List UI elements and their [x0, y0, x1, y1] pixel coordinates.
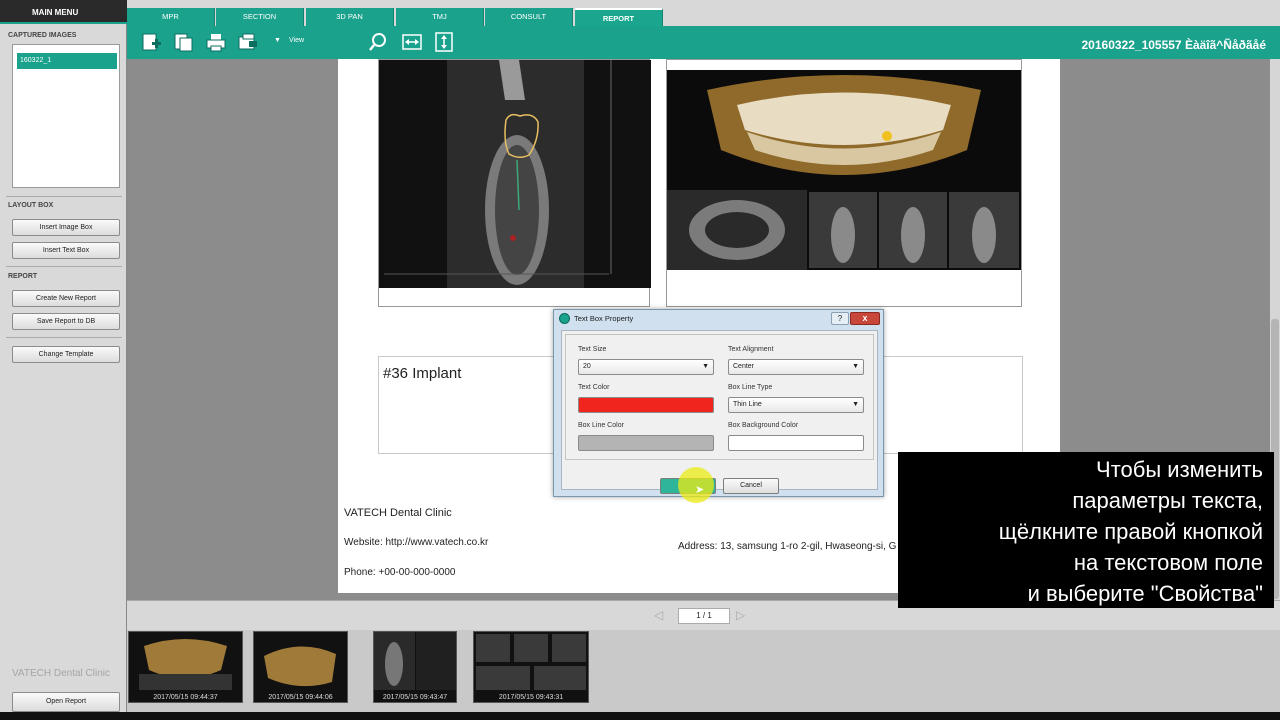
captured-images-title: CAPTURED IMAGES [8, 32, 77, 39]
thumbnail-image [476, 634, 586, 690]
chevron-down-icon: ▼ [852, 401, 859, 408]
fit-height-icon[interactable] [433, 32, 455, 52]
mouse-pointer-icon: ➤ [695, 484, 705, 496]
divider [6, 266, 122, 267]
add-page-icon[interactable] [140, 32, 162, 52]
app-icon [559, 313, 570, 324]
layout-box-title: LAYOUT BOX [8, 202, 54, 209]
box-line-type-label: Box Line Type [728, 384, 773, 391]
clinic-website: Website: http://www.vatech.co.kr [344, 537, 489, 548]
view-dropdown[interactable]: View [289, 37, 304, 44]
view-dropdown-caret-icon[interactable]: ▼ [274, 37, 281, 44]
left-sidebar: MAIN MENU CAPTURED IMAGES 160322_1 LAYOU… [0, 0, 127, 712]
properties-group: Text Size 20 ▼ Text Alignment Center ▼ T… [565, 334, 874, 460]
tutorial-subtitle: Чтобы изменить параметры текста, щёлкнит… [898, 452, 1274, 608]
thumbnail-label: 2017/05/15 09:44:37 [153, 694, 218, 701]
thumbnail-item[interactable]: 2017/05/15 09:44:37 [128, 631, 243, 703]
page-indicator[interactable]: 1 / 1 [678, 608, 730, 624]
tab-tmj[interactable]: TMJ [396, 8, 484, 26]
thumbnail-strip: 2017/05/15 09:44:37 2017/05/15 09:44:06 … [127, 630, 1280, 712]
box-line-color-picker[interactable] [578, 435, 714, 451]
tab-3d-pan[interactable]: 3D PAN [306, 8, 394, 26]
close-button[interactable]: x [850, 312, 880, 325]
text-color-label: Text Color [578, 384, 610, 391]
text-size-select[interactable]: 20 ▼ [578, 359, 714, 375]
thumbnail-item[interactable]: 2017/05/15 09:43:47 [373, 631, 457, 703]
thumbnail-label: 2017/05/15 09:44:06 [268, 694, 333, 701]
fit-width-icon[interactable] [401, 32, 423, 52]
report-title: REPORT [8, 273, 38, 280]
box-line-type-select[interactable]: Thin Line ▼ [728, 397, 864, 413]
open-report-button[interactable]: Open Report [12, 692, 120, 712]
captured-images-list: 160322_1 [12, 44, 120, 188]
thumbnail-label: 2017/05/15 09:43:31 [498, 694, 564, 701]
image-box-panoramic[interactable] [666, 59, 1022, 307]
dialog-title: Text Box Property [574, 314, 634, 323]
clinic-watermark: VATECH Dental Clinic [12, 668, 110, 679]
ct-3d-panoramic-image [667, 70, 1021, 270]
box-line-color-label: Box Line Color [578, 422, 624, 429]
export-icon[interactable] [237, 32, 259, 52]
toolbar: ▼ View 20160322_105557 Èàäîã^Ñåðãåé [127, 26, 1280, 59]
thumbnail-label: 2017/05/15 09:43:47 [382, 694, 448, 701]
text-size-label: Text Size [578, 346, 607, 353]
ct-cross-section-image [379, 60, 651, 288]
clinic-phone: Phone: +00-00-000-0000 [344, 567, 456, 578]
zoom-icon[interactable] [369, 32, 391, 52]
thumbnail-item[interactable]: 2017/05/15 09:43:31 [473, 631, 589, 703]
study-title: 20160322_105557 Èàäîã^Ñåðãåé [1081, 38, 1267, 52]
tab-report[interactable]: REPORT [575, 8, 663, 26]
thumbnail-image [264, 646, 336, 687]
chevron-down-icon: ▼ [702, 363, 709, 370]
text-alignment-value: Center [733, 363, 755, 370]
thumbnail-item[interactable]: 2017/05/15 09:44:06 [253, 631, 348, 703]
dialog-body: Text Size 20 ▼ Text Alignment Center ▼ T… [561, 330, 878, 503]
image-box-cross-section[interactable] [378, 59, 651, 307]
subtitle-line: параметры текста, [1072, 488, 1263, 513]
text-alignment-label: Text Alignment [728, 346, 774, 353]
text-box-property-dialog: Text Box Property ? x Text Size 20 ▼ Tex… [553, 309, 884, 503]
save-report-button[interactable]: Save Report to DB [12, 313, 120, 330]
clinic-address: Address: 13, samsung 1-ro 2-gil, Hwaseon… [678, 541, 897, 552]
insert-text-box-button[interactable]: Insert Text Box [12, 242, 120, 259]
create-new-report-button[interactable]: Create New Report [12, 290, 120, 307]
cancel-button[interactable]: Cancel [723, 478, 779, 494]
thumbnail-image [374, 632, 456, 690]
box-bg-color-picker[interactable] [728, 435, 864, 451]
text-box-content: #36 Implant [383, 365, 462, 382]
prev-page-icon[interactable]: ◁ [654, 608, 663, 622]
divider [6, 196, 122, 197]
next-page-icon[interactable]: ▷ [736, 608, 745, 622]
copy-page-icon[interactable] [172, 32, 194, 52]
tab-mpr[interactable]: MPR [127, 8, 215, 26]
thumbnail-image [139, 639, 232, 690]
text-size-value: 20 [583, 363, 591, 370]
clinic-name: VATECH Dental Clinic [344, 507, 452, 519]
insert-image-box-button[interactable]: Insert Image Box [12, 219, 120, 236]
divider [6, 337, 122, 338]
tab-section[interactable]: SECTION [216, 8, 304, 26]
print-icon[interactable] [205, 32, 227, 52]
bottom-bar [0, 712, 1280, 720]
subtitle-line: на текстовом поле [1073, 550, 1263, 575]
box-line-type-value: Thin Line [733, 401, 762, 408]
help-button[interactable]: ? [831, 312, 849, 325]
tab-consult[interactable]: CONSULT [485, 8, 573, 26]
change-template-button[interactable]: Change Template [12, 346, 120, 363]
subtitle-line: Чтобы изменить [1096, 457, 1263, 482]
tab-bar: MPR SECTION 3D PAN TMJ CONSULT REPORT [127, 0, 1280, 26]
box-bg-color-label: Box Background Color [728, 422, 799, 429]
text-alignment-select[interactable]: Center ▼ [728, 359, 864, 375]
main-menu-button[interactable]: MAIN MENU [0, 0, 127, 24]
captured-image-item[interactable]: 160322_1 [17, 53, 117, 69]
chevron-down-icon: ▼ [852, 363, 859, 370]
text-color-picker[interactable] [578, 397, 714, 413]
subtitle-line: и выберите "Свойства" [1027, 581, 1263, 606]
subtitle-line: щёлкните правой кнопкой [998, 519, 1263, 544]
